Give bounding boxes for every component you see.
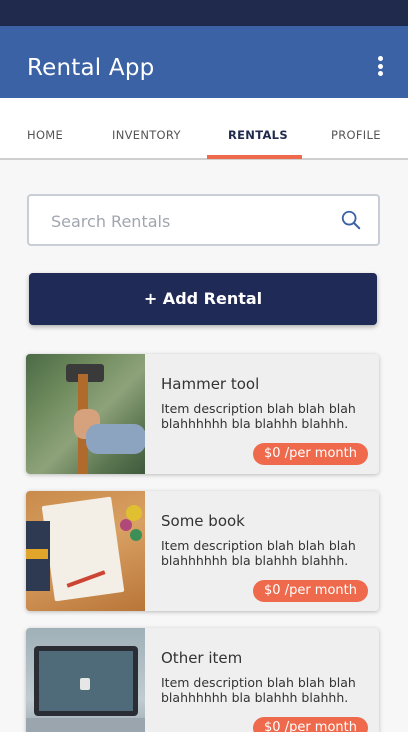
app-title: Rental App bbox=[27, 55, 155, 81]
hammer-photo bbox=[26, 354, 146, 474]
rental-card[interactable]: Hammer tool Item description blah blah b… bbox=[26, 354, 379, 474]
rental-description: Item description blah blah blah blahhhhh… bbox=[161, 675, 356, 705]
status-bar bbox=[0, 0, 408, 26]
tab-profile[interactable]: PROFILE bbox=[331, 128, 381, 142]
search-icon[interactable] bbox=[340, 209, 362, 231]
book-photo bbox=[26, 491, 145, 611]
more-vert-icon[interactable] bbox=[374, 56, 386, 80]
rental-title: Hammer tool bbox=[161, 375, 260, 393]
price-badge: $0 /per month bbox=[253, 443, 368, 465]
app-bar: Rental App bbox=[0, 26, 408, 98]
add-rental-button[interactable]: + Add Rental bbox=[29, 273, 377, 325]
price-badge: $0 /per month bbox=[253, 717, 368, 732]
rental-description: Item description blah blah blah blahhhhh… bbox=[161, 401, 356, 431]
rental-title: Some book bbox=[161, 512, 245, 530]
rental-card[interactable]: Other item Item description blah blah bl… bbox=[26, 628, 379, 732]
rental-title: Other item bbox=[161, 649, 243, 667]
rental-card[interactable]: Some book Item description blah blah bla… bbox=[26, 491, 379, 611]
rental-description: Item description blah blah blah blahhhhh… bbox=[161, 538, 356, 568]
search-input[interactable]: Search Rentals bbox=[27, 194, 380, 246]
tab-bar: HOME INVENTORY RENTALS PROFILE bbox=[0, 98, 408, 160]
tab-rentals[interactable]: RENTALS bbox=[228, 128, 288, 142]
laptop-photo bbox=[26, 628, 145, 732]
tab-home[interactable]: HOME bbox=[27, 128, 63, 142]
search-placeholder: Search Rentals bbox=[51, 212, 171, 231]
active-tab-indicator bbox=[207, 155, 302, 159]
tab-inventory[interactable]: INVENTORY bbox=[112, 128, 181, 142]
price-badge: $0 /per month bbox=[253, 580, 368, 602]
